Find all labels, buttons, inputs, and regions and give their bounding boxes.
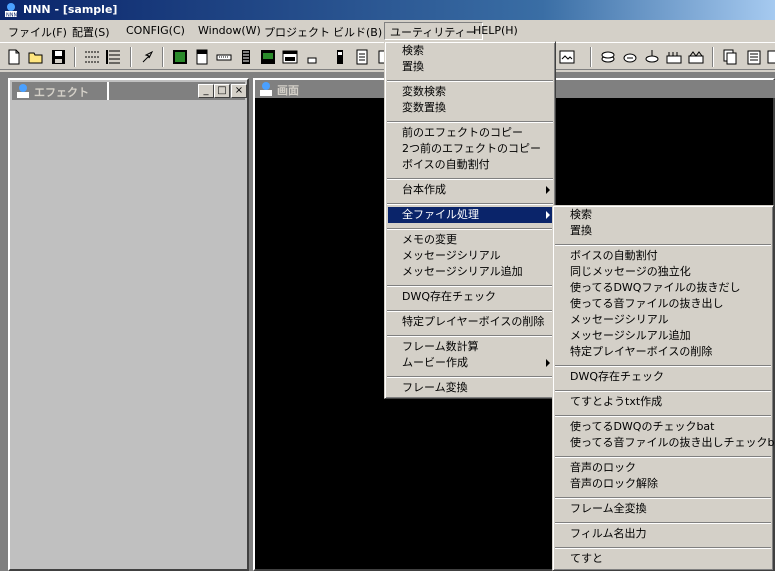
sub-delete-player-voice[interactable]: 特定プレイヤーボイスの削除	[556, 344, 712, 360]
menu-project[interactable]: プロジェクト	[258, 22, 336, 40]
panel-icon[interactable]	[192, 47, 212, 67]
menu-message-serial-add[interactable]: メッセージシリアル追加	[388, 264, 523, 280]
sub-search[interactable]: 検索	[556, 207, 592, 223]
maximize-icon[interactable]: □	[214, 84, 230, 98]
sub-message-serial[interactable]: メッセージシリアル	[556, 312, 669, 328]
menu-build[interactable]: ビルド(B)	[327, 22, 388, 40]
submenu-arrow-icon	[546, 359, 550, 367]
title-divider	[107, 82, 109, 100]
film-strip-icon[interactable]	[236, 47, 256, 67]
sub-test[interactable]: てすと	[556, 551, 603, 567]
menu-all-files-label: 全ファイル処理	[402, 208, 479, 221]
submenu-arrow-icon	[546, 211, 550, 219]
crown-icon[interactable]	[686, 47, 706, 67]
menu-copy-2prev-effect[interactable]: 2つ前のエフェクトのコピー	[388, 141, 541, 157]
cursor-tool-icon[interactable]	[138, 47, 158, 67]
new-file-icon[interactable]	[4, 47, 24, 67]
menu-frame-count[interactable]: フレーム数計算	[388, 339, 479, 355]
paste-icon[interactable]	[744, 47, 764, 67]
sub-frame-all-convert[interactable]: フレーム全変換	[556, 501, 647, 517]
sound-lock-icon[interactable]	[620, 47, 640, 67]
screen-title: 画面	[277, 84, 299, 97]
sub-film-name-output[interactable]: フィルム名出力	[556, 526, 647, 542]
small-box-icon[interactable]	[302, 47, 322, 67]
sub-sound-check-bat[interactable]: 使ってる音ファイルの抜き出しチェックbat	[556, 435, 775, 451]
sound-unlock-icon[interactable]	[642, 47, 662, 67]
effect-panel: エフェクト _ □ ×	[8, 78, 249, 571]
menu-movie-create[interactable]: ムービー作成	[388, 355, 554, 371]
tall-bar-icon[interactable]	[330, 47, 350, 67]
menu-movie-create-label: ムービー作成	[402, 356, 468, 369]
effect-window-icon	[17, 84, 29, 98]
menu-window[interactable]: Window(W)	[192, 22, 267, 40]
window-title: NNN - [sample]	[23, 3, 118, 16]
minimize-icon[interactable]: _	[198, 84, 214, 98]
close-icon[interactable]: ×	[231, 84, 247, 98]
menu-search[interactable]: 検索	[388, 43, 424, 59]
utility-menu: 検索 置換 変数検索 変数置換 前のエフェクトのコピー 2つ前のエフェクトのコピ…	[384, 41, 556, 399]
window-icon[interactable]	[280, 47, 300, 67]
menu-frame-convert[interactable]: フレーム変換	[388, 380, 468, 396]
copy-icon[interactable]	[720, 47, 740, 67]
green-screen-icon[interactable]	[170, 47, 190, 67]
app-icon: NNN	[5, 3, 17, 19]
menu-all-files[interactable]: 全ファイル処理	[388, 207, 554, 223]
sub-dwq-check-bat[interactable]: 使ってるDWQのチェックbat	[556, 419, 715, 435]
sound-stack-icon[interactable]	[598, 47, 618, 67]
menu-script-create-label: 台本作成	[402, 183, 446, 196]
menu-file[interactable]: ファイル(F)	[2, 22, 73, 40]
sub-voice-unlock[interactable]: 音声のロック解除	[556, 476, 658, 492]
sub-test-txt-create[interactable]: てすとようtxt作成	[556, 394, 662, 410]
open-folder-icon[interactable]	[26, 47, 46, 67]
people-icon[interactable]	[664, 47, 684, 67]
sub-voice-lock[interactable]: 音声のロック	[556, 460, 636, 476]
menu-dwq-check[interactable]: DWQ存在チェック	[388, 289, 496, 305]
grid-icon[interactable]	[82, 47, 102, 67]
screen-window-icon	[260, 82, 272, 96]
bar-icon[interactable]	[214, 47, 234, 67]
save-icon[interactable]	[48, 47, 68, 67]
effect-title: エフェクト	[34, 86, 89, 99]
screen-green-icon[interactable]	[258, 47, 278, 67]
menu-config[interactable]: CONFIG(C)	[120, 22, 191, 40]
menu-var-replace[interactable]: 変数置換	[388, 100, 446, 116]
menu-script-create[interactable]: 台本作成	[388, 182, 554, 198]
sub-replace[interactable]: 置換	[556, 223, 592, 239]
menu-layout[interactable]: 配置(S)	[66, 22, 116, 40]
menu-delete-player-voice[interactable]: 特定プレイヤーボイスの削除	[388, 314, 544, 330]
document-icon[interactable]	[352, 47, 372, 67]
menu-copy-prev-effect[interactable]: 前のエフェクトのコピー	[388, 125, 523, 141]
menu-replace[interactable]: 置換	[388, 59, 424, 75]
sub-message-serial-add[interactable]: メッセージシルアル追加	[556, 328, 691, 344]
more-icon[interactable]	[766, 47, 775, 67]
effect-title-bar[interactable]: エフェクト _ □ ×	[12, 82, 247, 100]
sub-dwq-check[interactable]: DWQ存在チェック	[556, 369, 664, 385]
menu-var-search[interactable]: 変数検索	[388, 84, 446, 100]
svg-text:NNN: NNN	[6, 13, 17, 19]
list-icon[interactable]	[104, 47, 124, 67]
menu-message-serial[interactable]: メッセージシリアル	[388, 248, 501, 264]
title-bar: NNN NNN - [sample]	[0, 0, 775, 20]
sub-same-message-split[interactable]: 同じメッセージの独立化	[556, 264, 691, 280]
image-icon[interactable]	[557, 47, 577, 67]
menu-help[interactable]: HELP(H)	[467, 22, 524, 40]
menu-voice-auto-assign[interactable]: ボイスの自動割付	[388, 157, 490, 173]
sub-extract-sound[interactable]: 使ってる音ファイルの抜き出し	[556, 296, 723, 312]
sub-extract-dwq[interactable]: 使ってるDWQファイルの抜きだし	[556, 280, 740, 296]
submenu-arrow-icon	[546, 186, 550, 194]
menu-bar: ファイル(F) 配置(S) CONFIG(C) Window(W) プロジェクト…	[0, 20, 775, 41]
menu-memo-change[interactable]: メモの変更	[388, 232, 457, 248]
sub-voice-auto-assign[interactable]: ボイスの自動割付	[556, 248, 658, 264]
all-files-submenu: 検索 置換 ボイスの自動割付 同じメッセージの独立化 使ってるDWQファイルの抜…	[552, 205, 775, 571]
